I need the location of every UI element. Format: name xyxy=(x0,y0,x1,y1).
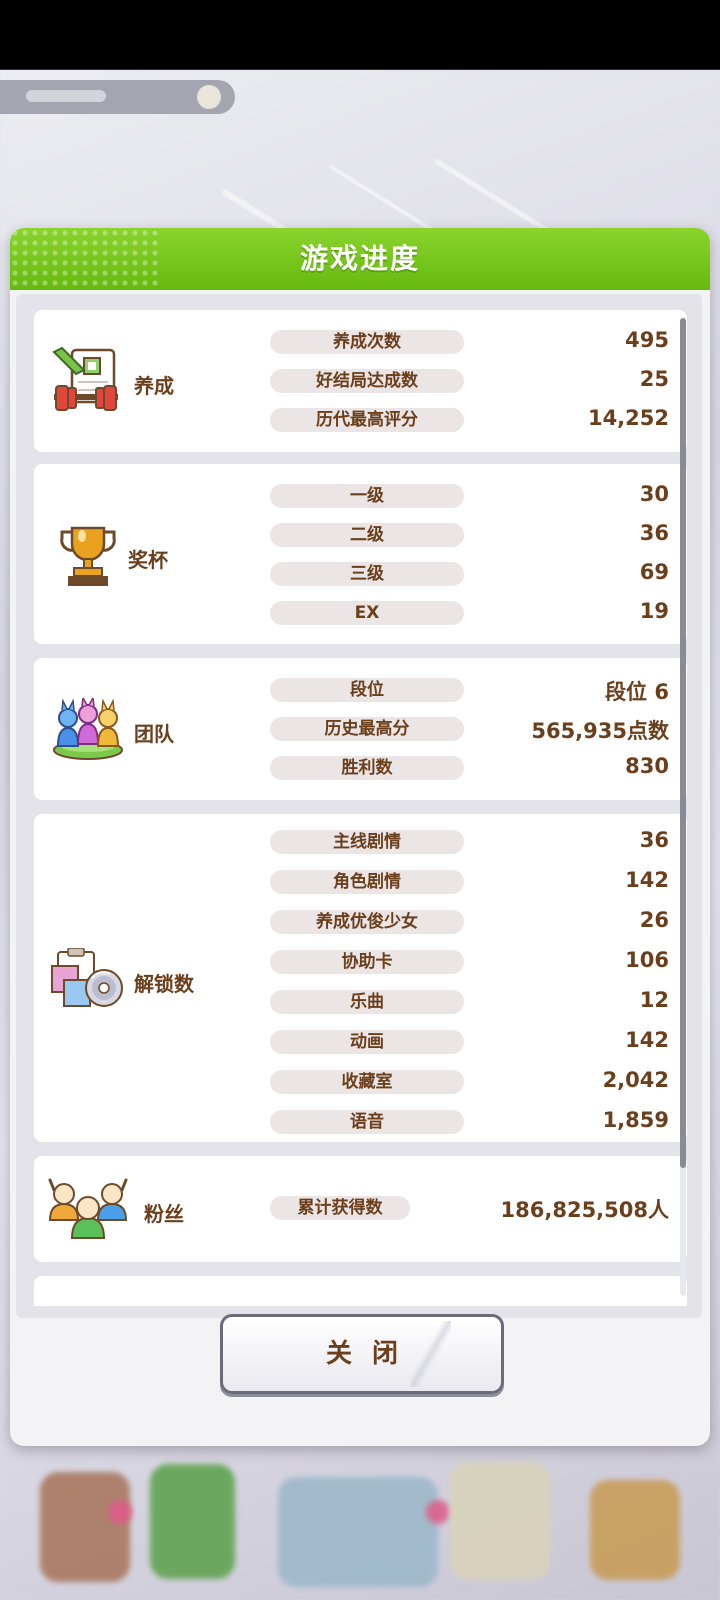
row-value: 36 xyxy=(639,828,669,852)
nav-item-home xyxy=(278,1477,438,1587)
section-fans: 粉丝 累计获得数 186,825,508人 xyxy=(34,1156,687,1262)
close-button[interactable]: 关闭 xyxy=(220,1314,504,1394)
row-value: 186,825,508人 xyxy=(500,1198,669,1222)
row-label: 胜利数 xyxy=(270,756,464,780)
row-label: 一级 xyxy=(270,484,464,508)
row-label: EX xyxy=(270,601,464,625)
row-label: 养成优俊少女 xyxy=(270,910,464,934)
row-value: 565,935点数 xyxy=(531,719,669,743)
nav-item-race xyxy=(450,1462,550,1580)
section-training: 养成 养成次数 495 好结局达成数 25 历代最高评分 14,252 xyxy=(34,310,687,452)
row-label: 协助卡 xyxy=(270,950,464,974)
section-label-training: 养成 xyxy=(134,374,174,398)
team-figures-icon xyxy=(50,695,126,764)
row-label: 好结局达成数 xyxy=(270,369,464,393)
scrollbar-thumb[interactable] xyxy=(680,318,686,1168)
section-label-team: 团队 xyxy=(134,722,174,746)
game-progress-dialog: 游戏进度 养成 养成次数 495 好结局达成数 25 历代最高评分 14,252… xyxy=(10,228,710,1446)
row-value: 2,042 xyxy=(602,1068,669,1092)
row-label: 二级 xyxy=(270,523,464,547)
nav-item-book xyxy=(150,1464,235,1579)
row-label: 三级 xyxy=(270,562,464,586)
row-label: 角色剧情 xyxy=(270,870,464,894)
section-label-unlock: 解锁数 xyxy=(134,972,194,996)
row-value: 495 xyxy=(625,328,669,352)
section-unlock: 解锁数 主线剧情 36 角色剧情 142 养成优俊少女 26 协助卡 106 乐… xyxy=(34,814,687,1142)
row-value: 69 xyxy=(639,560,669,584)
row-value: 142 xyxy=(625,1028,669,1052)
close-button-label: 关闭 xyxy=(325,1339,418,1369)
row-value: 30 xyxy=(639,482,669,506)
section-team: 团队 段位 段位 6 历史最高分 565,935点数 胜利数 830 xyxy=(34,658,687,800)
training-notebook-dumbbell-icon xyxy=(50,346,122,422)
fans-crowd-icon xyxy=(46,1174,130,1248)
row-label: 乐曲 xyxy=(270,990,464,1014)
background-profile-tag xyxy=(0,80,235,114)
row-label: 历史最高分 xyxy=(270,717,464,741)
dialog-title: 游戏进度 xyxy=(299,242,420,275)
row-value: 25 xyxy=(639,367,669,391)
row-label: 收藏室 xyxy=(270,1070,464,1094)
row-label: 养成次数 xyxy=(270,330,464,354)
row-value: 142 xyxy=(625,868,669,892)
row-label: 累计获得数 xyxy=(270,1196,410,1220)
trophy-icon xyxy=(58,522,118,592)
nav-item-shop xyxy=(590,1480,680,1580)
section-next-partial xyxy=(34,1276,687,1306)
section-label-fans: 粉丝 xyxy=(144,1202,184,1226)
row-label: 语音 xyxy=(270,1110,464,1134)
unlock-cards-disc-icon xyxy=(50,947,124,1016)
row-label: 主线剧情 xyxy=(270,830,464,854)
bottom-navigation-blurred xyxy=(0,1462,720,1600)
row-value: 36 xyxy=(639,521,669,545)
row-value: 1,859 xyxy=(602,1108,669,1132)
coin-icon xyxy=(197,85,221,109)
row-label: 动画 xyxy=(270,1030,464,1054)
status-bar xyxy=(0,0,720,70)
row-value: 12 xyxy=(639,988,669,1012)
section-label-trophy: 奖杯 xyxy=(128,548,168,572)
row-value: 830 xyxy=(625,754,669,778)
row-label: 历代最高评分 xyxy=(270,408,464,432)
row-label: 段位 xyxy=(270,678,464,702)
nav-item-character xyxy=(40,1472,130,1582)
row-value: 106 xyxy=(625,948,669,972)
row-value: 14,252 xyxy=(587,406,669,430)
row-value: 段位 6 xyxy=(605,680,669,704)
row-value: 19 xyxy=(639,599,669,623)
section-trophy: 奖杯 一级 30 二级 36 三级 69 EX 19 xyxy=(34,464,687,644)
row-value: 26 xyxy=(639,908,669,932)
